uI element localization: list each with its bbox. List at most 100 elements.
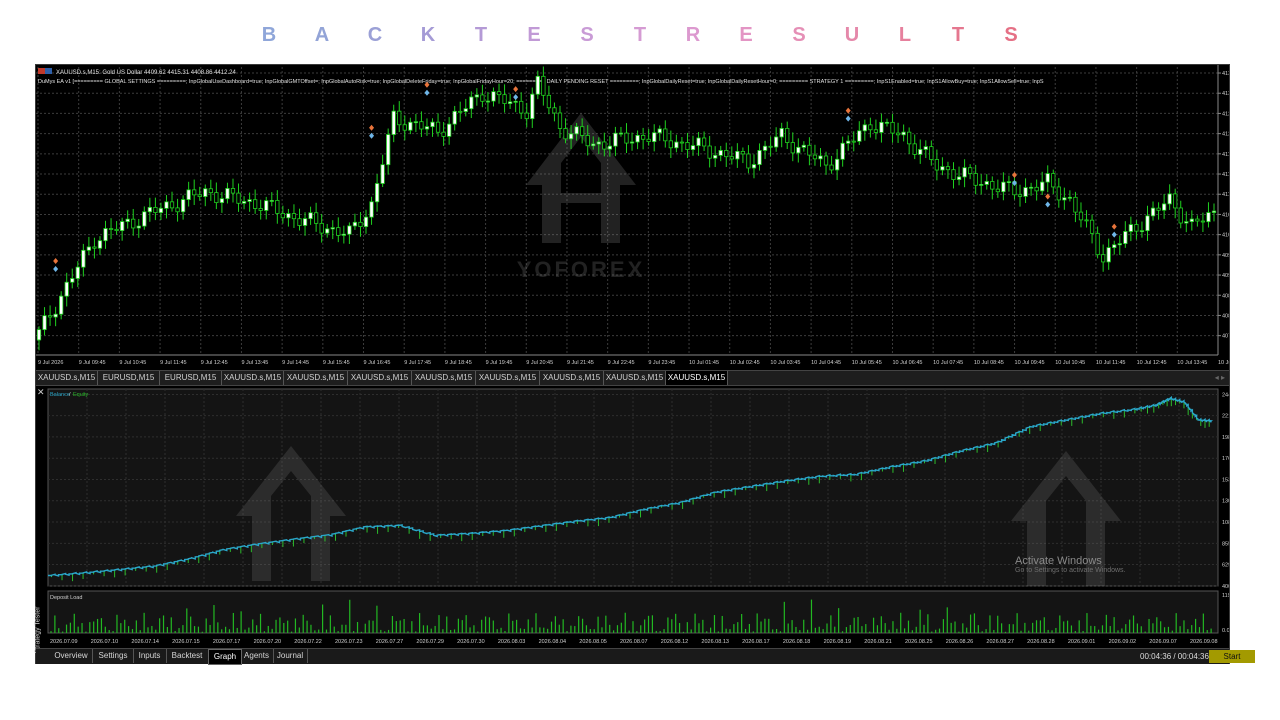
candle[interactable] [1161,194,1167,219]
candle[interactable] [1101,244,1106,272]
candle[interactable] [674,134,679,153]
candle[interactable] [1001,172,1006,201]
candle[interactable] [397,101,402,133]
candle[interactable] [1023,178,1028,204]
candle[interactable] [53,306,58,327]
candle[interactable] [1045,165,1050,193]
candle[interactable] [1089,214,1095,244]
tester-tab-agents[interactable]: Agents [240,649,274,663]
candle[interactable] [469,91,474,119]
candle[interactable] [341,225,346,244]
candle[interactable] [1200,212,1206,232]
candle[interactable] [956,166,962,186]
tester-tab-backtest[interactable]: Backtest [166,649,209,663]
candle[interactable] [951,162,956,189]
candle[interactable] [291,204,297,228]
candle[interactable] [1062,187,1067,210]
candle[interactable] [70,268,75,289]
candle[interactable] [319,213,324,243]
candle[interactable] [713,146,718,167]
tester-tab-overview[interactable]: Overview [50,649,93,663]
candle[interactable] [286,208,291,227]
candle[interactable] [203,184,208,207]
tester-tab-settings[interactable]: Settings [93,649,134,663]
candle[interactable] [1034,179,1039,201]
candle[interactable] [524,102,529,128]
candle[interactable] [546,85,552,115]
candle[interactable] [380,154,385,188]
candle[interactable] [125,210,130,229]
candle[interactable] [1178,200,1183,229]
chart-tab[interactable]: XAUUSD.s,M15 [604,371,666,385]
candle[interactable] [790,132,795,162]
candle[interactable] [264,196,269,220]
candle[interactable] [447,117,452,145]
candle[interactable] [995,179,1000,198]
candle[interactable] [663,120,668,148]
candle[interactable] [1112,240,1117,255]
candle[interactable] [1195,215,1200,227]
candle[interactable] [979,174,984,195]
candle[interactable] [507,93,513,109]
candle[interactable] [1150,201,1156,221]
candle[interactable] [785,121,790,150]
candle[interactable] [236,183,241,212]
candle[interactable] [330,220,335,240]
candle[interactable] [47,305,53,326]
candle[interactable] [253,189,258,214]
chart-tab[interactable]: XAUUSD.s,M15 [36,371,98,385]
candle[interactable] [862,119,867,141]
candle[interactable] [812,144,818,166]
candle[interactable] [230,178,236,203]
candle[interactable] [973,164,978,195]
candle[interactable] [363,209,369,234]
candle[interactable] [369,196,374,225]
candle[interactable] [86,236,92,255]
candle[interactable] [1167,184,1172,210]
candle[interactable] [120,217,125,241]
candle[interactable] [147,197,152,222]
candle[interactable] [347,222,352,244]
candle[interactable] [718,145,723,162]
candle[interactable] [901,124,906,142]
candle[interactable] [519,92,524,119]
price-chart-panel[interactable]: YOFOREX XAUUSD.s,M15: Gold US Dollar 4409… [36,65,1248,370]
candle[interactable] [990,176,995,200]
candle[interactable] [729,146,734,165]
candle[interactable] [36,326,42,351]
candle[interactable] [241,196,247,210]
candle[interactable] [774,127,779,152]
candle[interactable] [1128,216,1133,242]
candle[interactable] [308,206,313,225]
candle[interactable] [940,157,945,176]
chart-tab[interactable]: XAUUSD.s,M15 [412,371,476,385]
candle[interactable] [834,149,840,180]
candle[interactable] [225,182,230,204]
candle[interactable] [929,140,934,166]
candle[interactable] [474,88,479,106]
candle[interactable] [840,136,845,167]
candle[interactable] [97,236,103,255]
tester-tab-graph[interactable]: Graph [208,649,242,665]
candle[interactable] [629,132,635,151]
candle[interactable] [1139,221,1145,238]
candle[interactable] [1173,188,1178,219]
candle[interactable] [962,159,967,188]
tester-tab-journal[interactable]: Journal [273,649,308,663]
candle[interactable] [502,84,507,113]
candle[interactable] [92,237,97,259]
candle[interactable] [214,182,219,210]
candle[interactable] [275,190,280,224]
candle[interactable] [624,123,629,154]
candle[interactable] [779,122,784,148]
candle[interactable] [907,127,912,155]
candle[interactable] [480,84,485,108]
candle[interactable] [59,291,64,320]
chart-tab[interactable]: XAUUSD.s,M15 [540,371,604,385]
candle[interactable] [746,145,751,174]
candle[interactable] [180,195,186,220]
candle[interactable] [984,174,989,190]
candle[interactable] [724,142,729,168]
candle[interactable] [735,143,740,168]
balance-equity-graph[interactable]: 2442221619891762153513091082855629400YOF… [36,386,1229,648]
